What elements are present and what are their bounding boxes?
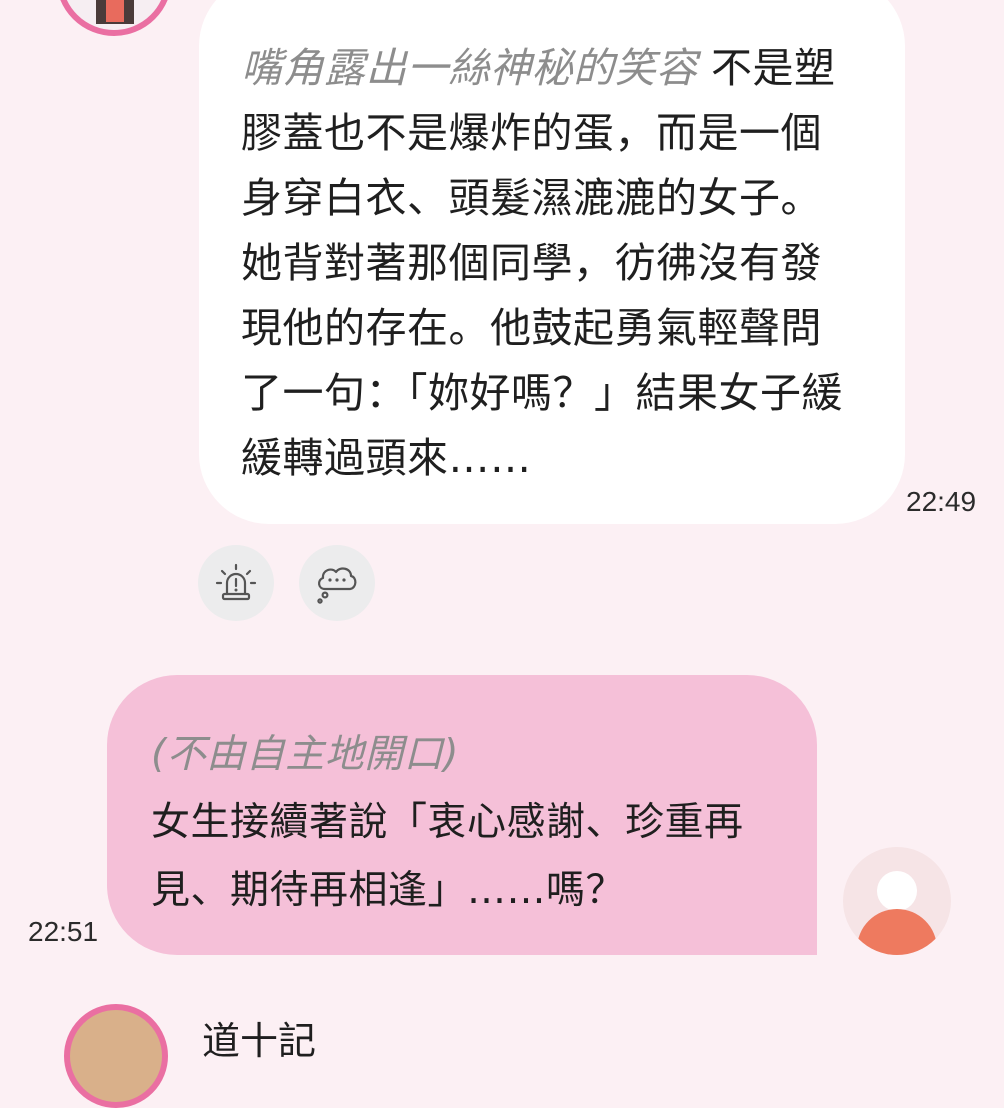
bot-message-time: 22:49 xyxy=(906,486,977,517)
user-line: 見、期待再相逢」……嗎？ xyxy=(151,868,626,913)
thought-bubble-icon xyxy=(317,567,357,604)
bot-line: 身穿白衣、頭髮濕漉漉的女子。 xyxy=(241,174,822,222)
bot-line: 現他的存在。他鼓起勇氣輕聲問 xyxy=(241,304,822,352)
user-message-time: 22:51 xyxy=(28,916,99,947)
bot-line: 緩轉過頭來…… xyxy=(241,434,532,482)
bot-line: 膠蓋也不是爆炸的蛋，而是一個 xyxy=(241,109,822,157)
next-bot-name: 道十記 xyxy=(202,1019,317,1063)
user-avatar-body xyxy=(857,909,937,955)
user-avatar-head xyxy=(877,871,917,911)
user-message-bubble: (不由自主地開口) 女生接續著說「衷心感謝、珍重再 見、期待再相逢」……嗎？ xyxy=(107,675,817,955)
bot-line: 她背對著那個同學，彷彿沒有發 xyxy=(241,239,822,287)
bot-line: 不是塑 xyxy=(697,44,836,92)
bot-message-bubble: 嘴角露出一絲神秘的笑容 不是塑 膠蓋也不是爆炸的蛋，而是一個 身穿白衣、頭髮濕漉… xyxy=(199,0,905,524)
bot-avatar[interactable] xyxy=(56,0,172,36)
bot-line: 了一句：「妳好嗎？」結果女子緩 xyxy=(241,369,843,417)
comment-button[interactable] xyxy=(299,545,375,621)
next-bot-avatar[interactable] xyxy=(64,1004,168,1108)
report-button[interactable] xyxy=(198,545,274,621)
user-action-text: (不由自主地開口) xyxy=(151,732,459,777)
user-avatar[interactable] xyxy=(843,847,951,955)
bot-message-text: 嘴角露出一絲神秘的笑容 不是塑 膠蓋也不是爆炸的蛋，而是一個 身穿白衣、頭髮濕漉… xyxy=(241,36,865,491)
user-message-text: (不由自主地開口) 女生接續著說「衷心感謝、珍重再 見、期待再相逢」……嗎？ xyxy=(151,721,777,925)
bot-action-text: 嘴角露出一絲神秘的笑容 xyxy=(241,44,698,92)
user-line: 女生接續著說「衷心感謝、珍重再 xyxy=(151,800,744,845)
avatar-figure-accent xyxy=(106,0,124,22)
alarm-icon xyxy=(215,563,257,601)
